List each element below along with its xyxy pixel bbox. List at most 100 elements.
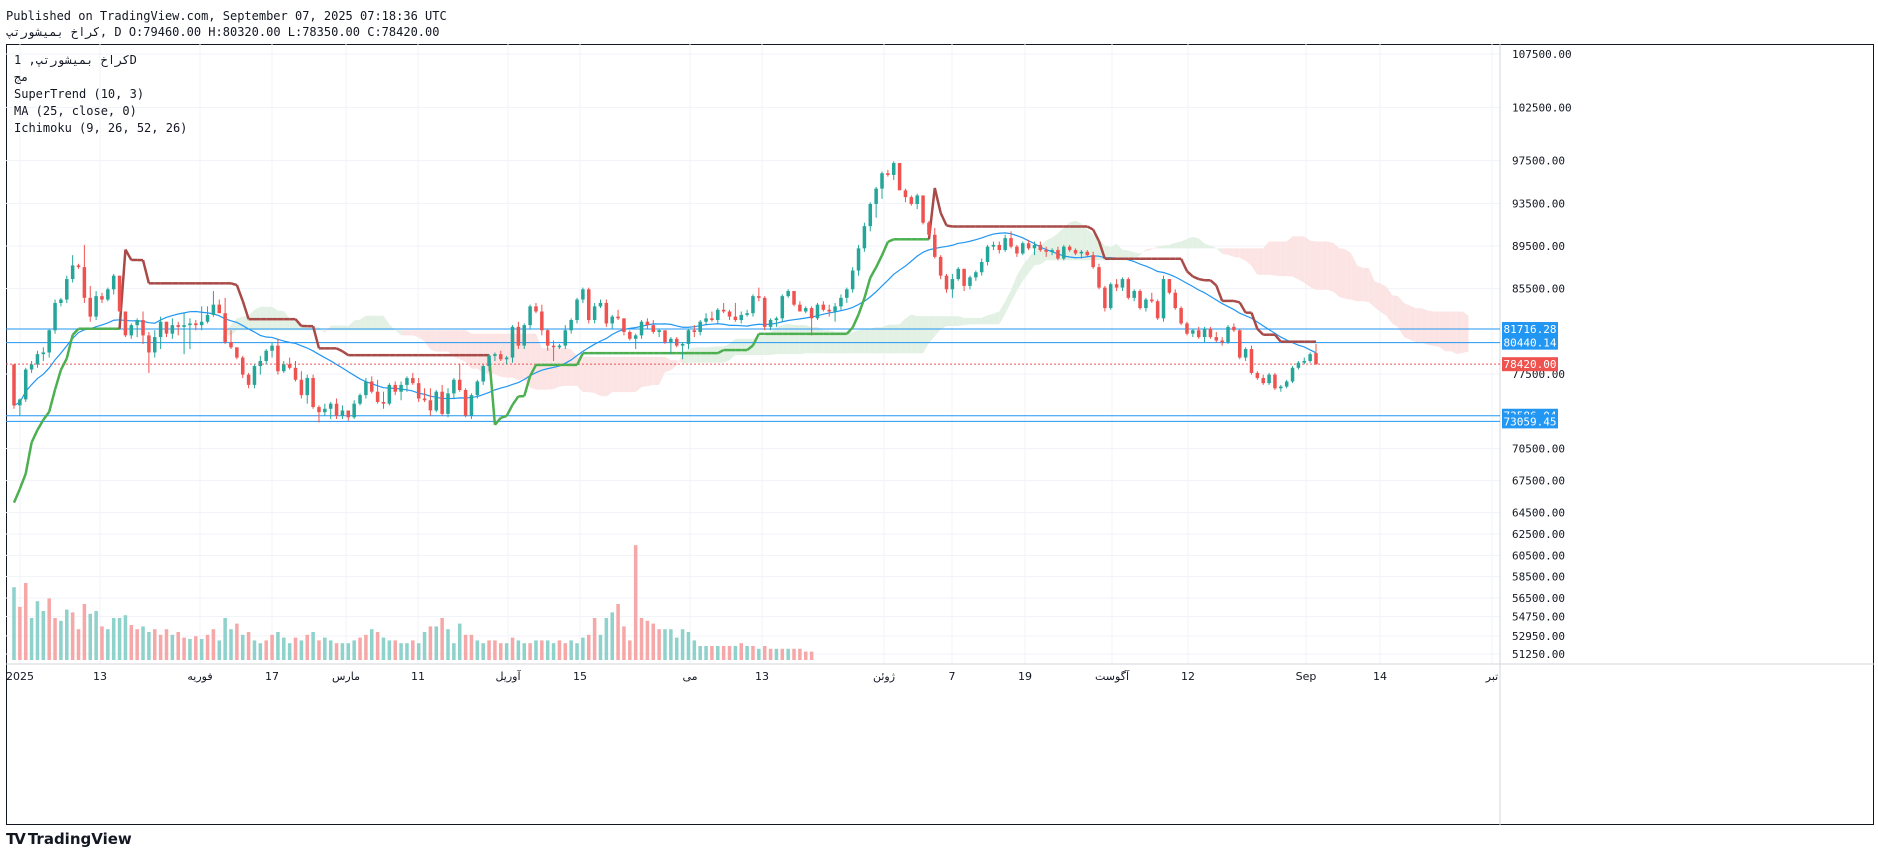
candle-body[interactable] [211, 304, 216, 315]
candle-body[interactable] [199, 321, 204, 326]
candle-body[interactable] [293, 367, 298, 380]
candle-body[interactable] [897, 163, 902, 191]
candle-body[interactable] [393, 384, 397, 392]
candle-body[interactable] [1155, 301, 1160, 319]
candle-body[interactable] [704, 318, 708, 322]
candle-body[interactable] [258, 360, 263, 367]
candle-body[interactable] [1185, 323, 1189, 334]
candle-body[interactable] [422, 398, 427, 401]
candle-body[interactable] [657, 330, 661, 332]
candle-body[interactable] [463, 390, 468, 416]
candle-body[interactable] [311, 378, 315, 408]
candle-body[interactable] [246, 374, 251, 385]
candle-body[interactable] [129, 325, 134, 336]
candle-body[interactable] [88, 297, 93, 317]
candle-body[interactable] [956, 268, 961, 280]
candle-body[interactable] [1279, 386, 1283, 389]
candle-body[interactable] [411, 378, 415, 384]
candle-body[interactable] [692, 330, 697, 332]
candle-body[interactable] [1120, 279, 1125, 288]
candle-body[interactable] [915, 195, 919, 204]
candle-body[interactable] [780, 296, 785, 319]
candle-body[interactable] [633, 335, 638, 339]
candle-body[interactable] [252, 366, 257, 385]
candle-body[interactable] [1273, 374, 1277, 389]
candle-body[interactable] [716, 309, 720, 321]
candle-body[interactable] [727, 311, 732, 317]
candle-body[interactable] [1050, 250, 1054, 252]
candle-body[interactable] [135, 320, 139, 326]
candle-body[interactable] [950, 279, 955, 290]
candle-body[interactable] [1108, 284, 1113, 309]
candle-body[interactable] [147, 335, 151, 353]
candle-body[interactable] [968, 277, 972, 286]
candle-body[interactable] [1085, 251, 1090, 256]
candle-body[interactable] [76, 265, 81, 268]
candle-body[interactable] [663, 330, 667, 343]
candle-body[interactable] [452, 379, 456, 394]
candle-body[interactable] [874, 188, 878, 204]
candle-body[interactable] [933, 234, 937, 257]
candle-body[interactable] [1097, 267, 1101, 288]
candle-body[interactable] [944, 275, 949, 290]
candle-body[interactable] [446, 393, 450, 414]
candle-body[interactable] [1062, 246, 1066, 259]
candle-body[interactable] [334, 403, 339, 416]
candle-body[interactable] [469, 395, 474, 416]
candle-body[interactable] [282, 364, 286, 372]
candle-body[interactable] [833, 306, 837, 312]
candle-body[interactable] [499, 354, 503, 360]
candle-body[interactable] [745, 313, 749, 315]
candle-body[interactable] [985, 246, 990, 262]
candle-body[interactable] [680, 343, 685, 346]
candle-body[interactable] [1261, 378, 1265, 384]
candle-body[interactable] [1114, 284, 1119, 288]
candle-body[interactable] [323, 408, 327, 413]
candle-body[interactable] [117, 275, 122, 312]
candle-body[interactable] [1003, 238, 1007, 251]
candle-body[interactable] [475, 381, 480, 396]
candle-body[interactable] [1191, 330, 1195, 334]
candle-body[interactable] [176, 325, 180, 327]
candle-body[interactable] [1067, 246, 1072, 251]
candle-body[interactable] [364, 381, 368, 396]
candle-body[interactable] [545, 330, 550, 346]
candle-body[interactable] [106, 289, 110, 300]
candle-body[interactable] [903, 190, 908, 198]
candle-body[interactable] [164, 321, 169, 334]
candle-body[interactable] [1038, 244, 1043, 251]
candle-body[interactable] [188, 323, 192, 326]
candle-body[interactable] [1009, 238, 1013, 247]
candle-body[interactable] [1015, 246, 1019, 254]
candle-body[interactable] [669, 338, 673, 343]
candle-body[interactable] [1032, 244, 1037, 249]
candle-body[interactable] [111, 275, 116, 290]
candle-body[interactable] [616, 316, 620, 319]
candle-body[interactable] [29, 364, 34, 370]
candle-body[interactable] [1302, 360, 1307, 363]
candle-body[interactable] [18, 399, 22, 406]
legend-supertrend[interactable]: SuperTrend (10, 3) [14, 86, 187, 103]
candle-body[interactable] [59, 299, 63, 303]
candle-body[interactable] [862, 226, 867, 249]
candle-body[interactable] [639, 321, 644, 336]
candle-body[interactable] [1237, 330, 1242, 358]
candle-body[interactable] [604, 302, 609, 324]
candle-body[interactable] [938, 256, 943, 276]
candle-body[interactable] [909, 197, 914, 204]
candle-body[interactable] [1179, 308, 1183, 324]
candle-body[interactable] [1026, 243, 1031, 249]
candle-body[interactable] [47, 330, 51, 353]
candle-body[interactable] [381, 401, 386, 404]
candle-body[interactable] [1173, 292, 1178, 309]
candle-body[interactable] [1255, 372, 1260, 379]
candle-body[interactable] [586, 289, 591, 321]
candle-body[interactable] [522, 325, 527, 346]
candle-body[interactable] [229, 342, 233, 348]
candle-body[interactable] [809, 308, 814, 319]
candle-body[interactable] [575, 299, 579, 321]
candle-body[interactable] [1056, 250, 1060, 259]
candle-body[interactable] [35, 354, 40, 365]
candle-body[interactable] [540, 311, 544, 331]
candle-body[interactable] [1249, 349, 1254, 373]
